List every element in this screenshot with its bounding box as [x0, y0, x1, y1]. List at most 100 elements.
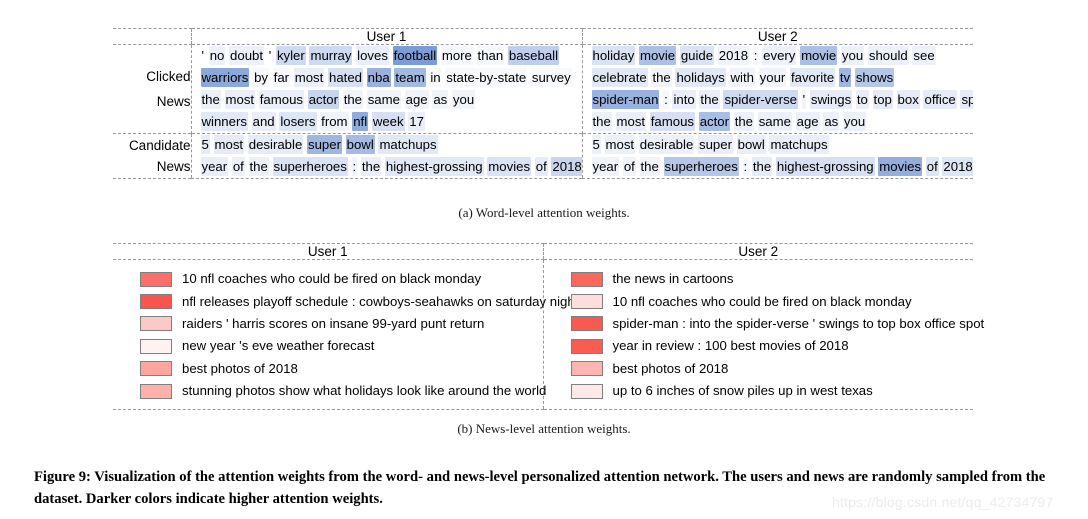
attention-word: you: [451, 90, 476, 109]
attention-word: ': [201, 48, 205, 63]
news-title-text: raiders ' harris scores on insane 99-yar…: [182, 315, 485, 331]
clicked-news-row: Clicked News ' no doubt ' kyler murray l…: [113, 44, 974, 134]
news-attention-item: raiders ' harris scores on insane 99-yar…: [113, 313, 543, 335]
attention-word: 5: [591, 135, 601, 154]
news-attention-item: year in review : 100 best movies of 2018: [544, 335, 974, 357]
attention-word: team: [394, 68, 426, 87]
news-title-text: best photos of 2018: [612, 360, 729, 376]
attention-word: year: [200, 157, 229, 176]
news-title-text: the news in cartoons: [612, 271, 734, 287]
attention-word: far: [272, 68, 291, 87]
attention-weight-swatch: [570, 294, 603, 310]
news-title-text: year in review : 100 best movies of 2018: [612, 338, 849, 354]
attention-word: as: [432, 90, 449, 109]
attention-word: holiday: [591, 46, 636, 65]
attention-word: 2018: [942, 157, 973, 176]
news-text-line: the most famous actor the same age as yo…: [192, 89, 582, 111]
attention-word: kyler: [275, 46, 306, 65]
attention-word: the: [651, 68, 672, 87]
news-attention-item: spider-man : into the spider-verse ' swi…: [544, 313, 984, 335]
attention-word: spot: [960, 90, 973, 109]
attention-word: age: [404, 90, 429, 109]
news-level-attention-figure: User 1 User 2 10 nfl coaches who could b…: [113, 243, 984, 411]
candidate-news-row-label: Candidate News: [113, 134, 191, 178]
attention-word: nfl: [352, 112, 369, 131]
clicked-news-label-line2: News: [156, 93, 191, 109]
attention-word: super: [697, 135, 733, 154]
attention-word: age: [795, 112, 820, 131]
news-title-text: spider-man : into the spider-verse ' swi…: [612, 315, 985, 331]
user2-candidate-news-list: 5 most desirable super bowl matchups year…: [583, 134, 973, 178]
attention-word: ': [268, 48, 272, 63]
attention-word: murray: [309, 46, 353, 65]
attention-weight-swatch: [570, 361, 603, 377]
word-level-header-user2: User 2: [581, 28, 973, 45]
attention-word: super: [306, 135, 342, 154]
attention-word: loves: [356, 46, 389, 65]
attention-word: of: [925, 157, 939, 176]
attention-word: same: [757, 112, 792, 131]
news-text-line: year of the superheroes : the highest-gr…: [583, 156, 973, 178]
attention-word: of: [534, 157, 548, 176]
news-text-line: the most famous actor the same age as yo…: [583, 111, 974, 133]
attention-word: desirable: [247, 135, 304, 154]
attention-weight-swatch: [570, 271, 603, 287]
attention-word: movie: [638, 46, 677, 65]
attention-word: from: [320, 112, 349, 131]
user1-candidate-news-list: 5 most desirable super bowl matchups year…: [192, 134, 582, 178]
attention-word: favorite: [789, 68, 836, 87]
news-attention-item: best photos of 2018: [113, 358, 543, 380]
attention-word: holidays: [675, 68, 726, 87]
attention-word: the: [699, 90, 720, 109]
attention-word: 2018: [551, 157, 582, 176]
attention-word: by: [253, 68, 269, 87]
attention-word: as: [823, 112, 840, 131]
attention-word: the: [733, 112, 755, 131]
news-level-table: User 1 User 2 10 nfl coaches who could b…: [113, 243, 984, 411]
attention-word: year: [591, 157, 620, 176]
attention-word: every: [762, 46, 797, 65]
attention-word: no: [208, 46, 226, 65]
attention-word: ': [801, 90, 807, 109]
news-level-header-user2: User 2: [542, 243, 973, 260]
attention-word: movies: [487, 157, 532, 176]
attention-word: and: [251, 112, 276, 131]
attention-word: famous: [258, 90, 305, 109]
bottom-user1: [191, 178, 582, 179]
attention-word: 5: [200, 135, 210, 154]
attention-weight-swatch: [570, 383, 603, 399]
news-attention-item: stunning photos show what holidays look …: [113, 380, 546, 402]
word-level-bottom-row: [113, 178, 973, 179]
user2-clicked-news-list: holiday movie guide 2018 : every movie y…: [583, 45, 974, 133]
news-title-text: nfl releases playoff schedule : cowboys-…: [182, 293, 579, 309]
news-attention-item: the news in cartoons: [544, 268, 974, 290]
attention-word: top: [872, 90, 893, 109]
attention-word: actor: [698, 112, 731, 131]
attention-word: matchups: [378, 135, 438, 154]
user2-news-list: the news in cartoons 10 nfl coaches who c…: [544, 260, 984, 409]
attention-word: :: [351, 157, 358, 176]
attention-word: should: [867, 46, 909, 65]
news-title-text: new year 's eve weather forecast: [182, 338, 375, 354]
attention-word: your: [758, 68, 787, 87]
attention-word: celebrate: [591, 68, 648, 87]
attention-word: of: [622, 157, 636, 176]
user1-news-cell: 10 nfl coaches who could be fired on bla…: [113, 259, 578, 411]
news-text-line: warriors by far most hated nba team in s…: [192, 67, 582, 89]
word-level-attention-figure: User 1 User 2 Clicked News ' no doubt ' …: [113, 28, 973, 179]
attention-word: to: [855, 90, 869, 109]
attention-word: spider-man: [591, 90, 660, 109]
news-level-body-row: 10 nfl coaches who could be fired on bla…: [113, 259, 984, 411]
attention-word: the: [342, 90, 364, 109]
bottom-user2: [582, 178, 973, 179]
attention-weight-swatch: [140, 338, 172, 354]
attention-word: the: [751, 157, 773, 176]
attention-word: doubt: [229, 46, 265, 65]
attention-word: football: [392, 46, 438, 65]
attention-word: the: [639, 157, 660, 176]
attention-word: most: [224, 90, 256, 109]
attention-word: box: [896, 90, 920, 109]
attention-word: actor: [307, 90, 340, 109]
attention-word: the: [248, 157, 269, 176]
attention-word: winners: [200, 112, 248, 131]
